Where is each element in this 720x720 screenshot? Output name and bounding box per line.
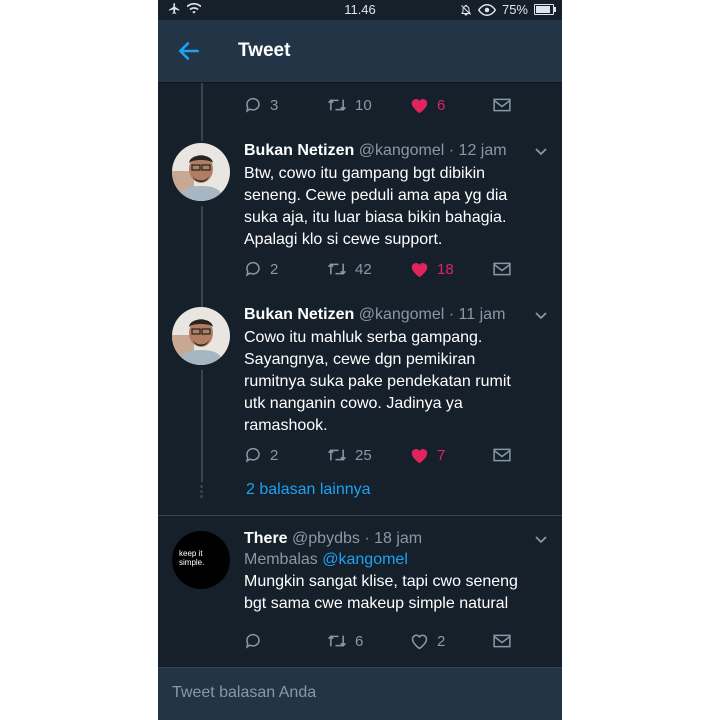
- reply-icon: [245, 633, 260, 649]
- author-handle[interactable]: @kangomel: [359, 306, 445, 323]
- author-name[interactable]: There: [244, 530, 288, 547]
- bell-off-icon: [461, 4, 471, 16]
- thread-dots: [200, 483, 204, 500]
- like-button[interactable]: 18: [410, 261, 493, 278]
- chevron-down-icon[interactable]: [534, 309, 548, 323]
- retweet-icon: [327, 449, 347, 461]
- author-name[interactable]: Bukan Netizen: [244, 306, 354, 323]
- chevron-down-icon[interactable]: [534, 533, 548, 547]
- retweet-count: 25: [355, 446, 372, 464]
- reply-button[interactable]: 2: [244, 446, 327, 464]
- avatar[interactable]: keep it simple.: [172, 531, 230, 589]
- tweet-text: Btw, cowo itu gampang bgt dibikin seneng…: [244, 165, 508, 248]
- dm-share-icon[interactable]: [493, 98, 511, 112]
- reply-icon: [245, 97, 260, 113]
- chevron-down-icon[interactable]: [534, 145, 548, 159]
- heart-filled-icon: [411, 98, 428, 113]
- divider: [158, 515, 562, 516]
- avatar[interactable]: [172, 143, 230, 201]
- more-replies-link[interactable]: 2 balasan lainnya: [246, 481, 371, 499]
- retweet-count: 42: [355, 260, 372, 278]
- heart-outline-icon: [411, 634, 428, 649]
- dm-share-icon[interactable]: [493, 448, 511, 462]
- thread-line: [201, 370, 203, 482]
- retweet-button[interactable]: 42: [327, 261, 410, 278]
- tweet-text: Cowo itu mahluk serba gampang. Sayangnya…: [244, 329, 511, 434]
- tweet-text: Mungkin sangat klise, tapi cwo seneng bg…: [244, 573, 518, 612]
- retweet-button[interactable]: 10: [327, 97, 410, 114]
- reply-count: 3: [270, 96, 279, 114]
- status-bar: 11.46 75%: [158, 0, 562, 20]
- author-handle[interactable]: @pbydbs: [292, 530, 360, 547]
- reply-input[interactable]: Tweet balasan Anda: [172, 684, 316, 702]
- replying-to: Membalas @kangomel: [244, 551, 408, 568]
- dm-share-icon[interactable]: [493, 634, 511, 648]
- retweet-count: 10: [355, 96, 372, 114]
- retweet-button[interactable]: 25: [327, 447, 410, 464]
- top-header: Tweet: [158, 20, 562, 83]
- like-count: 2: [437, 632, 446, 650]
- thread-line: [201, 206, 203, 310]
- reply-composer: Tweet balasan Anda: [158, 667, 562, 720]
- retweet-count: 6: [355, 632, 364, 650]
- eye-icon: [477, 3, 496, 16]
- page-title: Tweet: [238, 40, 291, 61]
- battery-icon: [534, 4, 556, 15]
- avatar-text: keep it simple.: [179, 549, 205, 567]
- mention-link[interactable]: @kangomel: [322, 551, 408, 568]
- thread-line: [201, 83, 203, 141]
- conversation: 3 10 6 Bukan Netizen @kangomel · 12 jam: [158, 83, 562, 668]
- tweet-time: · 12 jam: [448, 142, 507, 159]
- like-count: 18: [437, 260, 454, 278]
- reply-button[interactable]: 3: [244, 96, 327, 114]
- phone-screen: 11.46 75% Tweet 3 10 6 Bukan Netizen @ka…: [158, 0, 562, 720]
- like-count: 6: [437, 96, 446, 114]
- retweet-icon: [327, 99, 347, 111]
- tweet-actions: 2 25 7: [244, 445, 532, 465]
- heart-filled-icon: [411, 262, 428, 277]
- reply-icon: [245, 261, 260, 277]
- reply-icon: [245, 447, 260, 463]
- avatar[interactable]: [172, 307, 230, 365]
- author-handle[interactable]: @kangomel: [359, 142, 445, 159]
- retweet-button[interactable]: 6: [327, 633, 410, 650]
- tweet-time: · 18 jam: [364, 530, 423, 547]
- retweet-icon: [327, 263, 347, 275]
- battery-percent: 75%: [501, 2, 528, 17]
- like-button[interactable]: 6: [410, 97, 493, 114]
- reply-button[interactable]: 2: [244, 260, 327, 278]
- dm-share-icon[interactable]: [493, 262, 511, 276]
- reply-button[interactable]: [244, 632, 327, 650]
- heart-filled-icon: [411, 448, 428, 463]
- reply-count: 2: [270, 260, 279, 278]
- back-arrow-icon[interactable]: [176, 38, 202, 64]
- tweet-actions: 2 42 18: [244, 259, 532, 279]
- like-button[interactable]: 2: [410, 633, 493, 650]
- tweet-actions: 3 10 6: [244, 95, 532, 115]
- author-name[interactable]: Bukan Netizen: [244, 142, 354, 159]
- tweet-time: · 11 jam: [448, 306, 506, 323]
- like-count: 7: [437, 446, 446, 464]
- retweet-icon: [327, 635, 347, 647]
- reply-count: 2: [270, 446, 279, 464]
- tweet-actions: 6 2: [244, 631, 532, 651]
- like-button[interactable]: 7: [410, 447, 493, 464]
